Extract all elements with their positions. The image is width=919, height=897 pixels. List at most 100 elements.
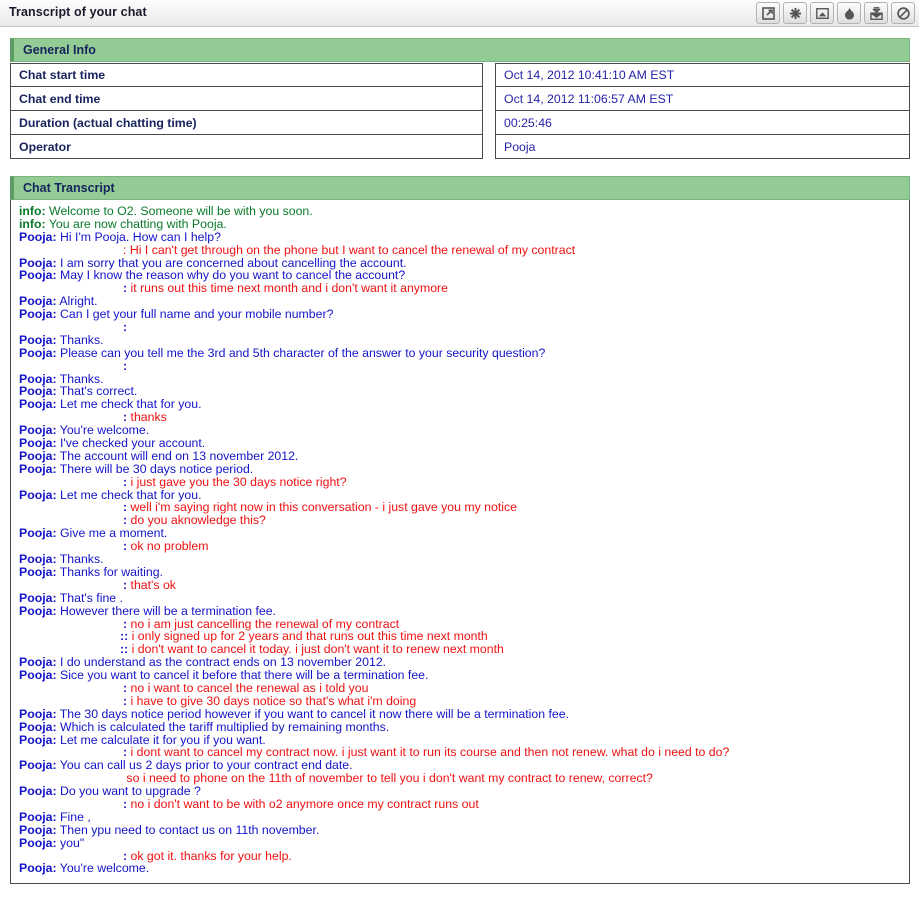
- operator-name-label: Pooja:: [19, 822, 57, 837]
- chat-message-text: it runs out this time next month and i d…: [127, 281, 448, 296]
- chat-message-text: You are now chatting with Pooja.: [45, 216, 227, 231]
- operator-name-label: Pooja:: [19, 590, 57, 605]
- chat-message-text: i don't want to cancel it today. i just …: [128, 642, 504, 657]
- info-row-label: Chat end time: [10, 87, 483, 111]
- general-info-section: General Info Chat start time Oct 14, 2012…: [10, 38, 910, 159]
- chat-message-text: Give me a moment.: [56, 526, 168, 541]
- operator-name-label: Pooja:: [19, 758, 57, 773]
- table-row: Duration (actual chatting time) 00:25:46: [10, 111, 910, 135]
- chat-message-text: That's fine .: [56, 590, 123, 605]
- info-row-value: 00:25:46: [495, 111, 910, 135]
- info-row-label: Duration (actual chatting time): [10, 111, 483, 135]
- chat-message-text: There will be 30 days notice period.: [56, 461, 254, 476]
- chat-message-text: Can I get your full name and your mobile…: [56, 307, 334, 322]
- operator-name-label: Pooja:: [19, 436, 57, 451]
- info-row-value: Pooja: [495, 135, 910, 159]
- chat-message-text: Thanks.: [56, 332, 104, 347]
- chat-message-text: You can call us 2 days prior to your con…: [56, 758, 353, 773]
- chat-line-customer: : that's ok: [19, 578, 905, 592]
- operator-name-label: Pooja:: [19, 861, 57, 876]
- info-row-label: Operator: [10, 135, 483, 159]
- chat-message-text: I do understand as the contract ends on …: [56, 655, 387, 670]
- chat-message-text: i dont want to cancel my contract now. i…: [127, 745, 730, 760]
- flame-icon-button[interactable]: [837, 2, 861, 24]
- general-info-table: Chat start time Oct 14, 2012 10:41:10 AM …: [10, 63, 910, 159]
- operator-name-label: Pooja:: [19, 603, 57, 618]
- page-content: General Info Chat start time Oct 14, 2012…: [0, 27, 919, 884]
- chat-message-text: The account will end on 13 november 2012…: [56, 448, 299, 463]
- chat-message-text: thanks: [127, 410, 167, 425]
- chat-line-operator: Pooja: Thanks.: [19, 371, 905, 386]
- info-row-label: Chat start time: [10, 63, 483, 87]
- operator-name-label: Pooja:: [19, 294, 57, 309]
- info-row-value: Oct 14, 2012 10:41:10 AM EST: [495, 63, 910, 87]
- chat-message-text: I've checked your account.: [56, 436, 206, 451]
- window-titlebar: Transcript of your chat: [0, 0, 919, 27]
- table-row: Chat start time Oct 14, 2012 10:41:10 AM …: [10, 63, 910, 87]
- chat-message-text: Then ypu need to contact us on 11th nove…: [56, 822, 320, 837]
- chat-transcript-body: info: Welcome to O2. Someone will be wit…: [10, 200, 910, 884]
- chat-message-text: Welcome to O2. Someone will be with you …: [45, 204, 313, 218]
- operator-name-label: Pooja:: [19, 255, 57, 270]
- operator-name-label: Pooja:: [19, 487, 57, 502]
- chat-message-text: no i want to cancel the renewal as i tol…: [127, 680, 369, 695]
- chat-message-text: Thanks.: [56, 552, 104, 567]
- chat-message-text: you": [56, 835, 85, 850]
- chat-message-text: Let me calculate it for you if you want.: [56, 732, 266, 747]
- chat-message-text: Sice you want to cancel it before that t…: [56, 668, 429, 683]
- info-label: info:: [19, 216, 46, 231]
- chat-message-text: However there will be a termination fee.: [56, 603, 276, 618]
- popout-icon: [761, 6, 775, 20]
- operator-name-label: Pooja:: [19, 835, 57, 850]
- info-label: info:: [19, 204, 46, 218]
- chat-message-text: i have to give 30 days notice so that's …: [127, 693, 417, 708]
- block-icon: [896, 6, 910, 20]
- chat-message-text: Which is calculated the tariff multiplie…: [56, 719, 390, 734]
- chat-line-customer: :: [19, 358, 905, 373]
- chat-message-text: i only signed up for 2 years and that ru…: [128, 629, 488, 644]
- operator-name-label: Pooja:: [19, 732, 57, 747]
- operator-name-label: Pooja:: [19, 809, 57, 824]
- window-toolbar: [756, 2, 915, 24]
- chat-message-text: The 30 days notice period however if you…: [56, 706, 570, 721]
- operator-name-label: Pooja:: [19, 229, 57, 244]
- chat-message-text: You're welcome.: [56, 861, 150, 876]
- image-icon: [815, 7, 829, 19]
- operator-name-label: Pooja:: [19, 307, 57, 322]
- chat-message-text: Please can you tell me the 3rd and 5th c…: [56, 345, 546, 360]
- chat-message-text: Hi I'm Pooja. How can I help?: [56, 229, 221, 244]
- info-row-spacer: [483, 63, 495, 87]
- operator-name-label: Pooja:: [19, 384, 57, 399]
- chat-message-text: Do you want to upgrade ?: [56, 784, 201, 799]
- block-icon-button[interactable]: [891, 2, 915, 24]
- asterisk-icon-button[interactable]: [783, 2, 807, 24]
- chat-line-customer: : no i don't want to be with o2 anymore …: [19, 798, 905, 811]
- chat-message-text: ok got it. thanks for your help.: [127, 848, 292, 863]
- mail-icon-button[interactable]: [864, 2, 888, 24]
- chat-message-text: do you aknowledge this?: [127, 513, 266, 528]
- operator-name-label: Pooja:: [19, 655, 57, 670]
- chat-line-operator: Pooja: Please can you tell me the 3rd an…: [19, 345, 905, 360]
- chat-transcript-heading: Chat Transcript: [10, 176, 910, 200]
- operator-name-label: Pooja:: [19, 719, 57, 734]
- window-title: Transcript of your chat: [9, 5, 147, 19]
- chat-message-text: Alright.: [56, 294, 98, 309]
- info-row-spacer: [483, 111, 495, 135]
- operator-name-label: Pooja:: [19, 526, 57, 541]
- info-row-value: Oct 14, 2012 11:06:57 AM EST: [495, 87, 910, 111]
- operator-name-label: Pooja:: [19, 706, 57, 721]
- chat-message-text: ok no problem: [127, 539, 209, 554]
- info-row-spacer: [483, 87, 495, 111]
- operator-name-label: Pooja:: [19, 448, 57, 463]
- chat-line-operator: Pooja: You're welcome.: [19, 862, 905, 875]
- operator-name-label: Pooja:: [19, 332, 57, 347]
- image-icon-button[interactable]: [810, 2, 834, 24]
- popout-icon-button[interactable]: [756, 2, 780, 24]
- operator-name-label: Pooja:: [19, 423, 57, 438]
- chat-message-text: Hi I can't get through on the phone but …: [126, 242, 576, 257]
- chat-message-text: Fine ,: [56, 809, 91, 824]
- customer-colon: :: [123, 358, 128, 373]
- chat-message-text: You're welcome.: [56, 423, 150, 438]
- operator-name-label: Pooja:: [19, 371, 57, 386]
- operator-name-label: Pooja:: [19, 552, 57, 567]
